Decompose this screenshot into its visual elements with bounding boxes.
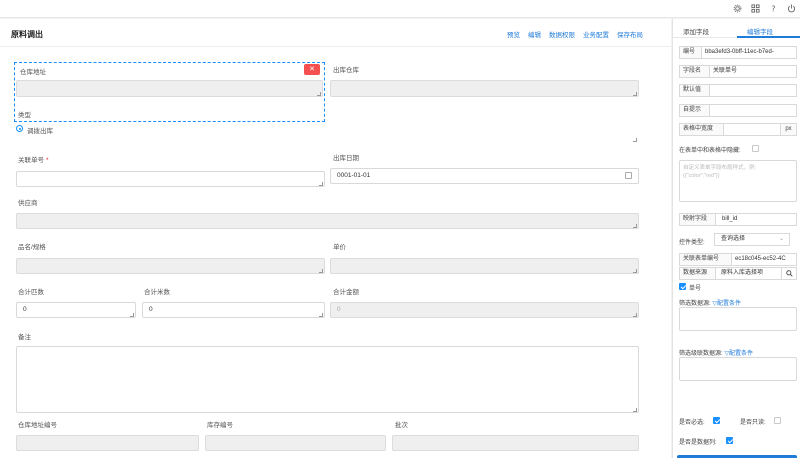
out-warehouse-input[interactable] xyxy=(330,80,639,97)
tab-add-field[interactable]: 添加字段 xyxy=(683,26,709,36)
type-label: 类型 xyxy=(18,112,31,119)
page-title: 原料调出 xyxy=(11,30,43,39)
unit-price-label: 单价 xyxy=(333,244,346,251)
delete-field-button[interactable]: ✕ xyxy=(304,64,320,75)
form-header: 原料调出 预览 编辑 数据权限 业务配置 保存布局 xyxy=(0,19,671,47)
datacol-checkbox[interactable] xyxy=(726,437,733,444)
out-date-label: 出库日期 xyxy=(333,155,359,162)
tab-edit-field[interactable]: 编辑字段 xyxy=(747,26,773,36)
required-label: 是否必选: xyxy=(679,420,705,426)
business-config-link[interactable]: 业务配置 xyxy=(583,29,609,39)
bill-no-input[interactable] xyxy=(16,171,325,187)
supplier-label: 供应商 xyxy=(18,200,38,207)
edit-link[interactable]: 编辑 xyxy=(528,29,541,39)
single-no-checkbox[interactable] xyxy=(679,283,686,290)
map-field-label: 映射字段 xyxy=(679,213,716,226)
width-unit: px xyxy=(780,123,797,136)
warehouse-addr-no-input[interactable] xyxy=(16,435,199,451)
bill-no-label: 关联单号 * xyxy=(18,157,49,164)
warehouse-addr-no-label: 仓库地址编号 xyxy=(18,422,57,429)
batch-input[interactable] xyxy=(392,435,639,451)
top-bar: ? xyxy=(0,0,800,18)
search-icon[interactable] xyxy=(781,267,797,280)
hidden-label: 在表单中和表格中隐藏: xyxy=(679,148,741,154)
datacol-label: 是否是数据列: xyxy=(679,440,717,446)
active-tab-indicator xyxy=(737,36,800,38)
width-label: 表格中宽度 xyxy=(679,123,724,136)
svg-text:?: ? xyxy=(771,4,775,13)
resize-grip[interactable] xyxy=(633,138,637,142)
warehouse-addr-label: 仓库地址 xyxy=(20,69,46,76)
width-input[interactable] xyxy=(723,123,781,136)
total-meters-label: 合计米数 xyxy=(144,289,170,296)
remark-textarea[interactable] xyxy=(16,346,639,413)
data-permission-link[interactable]: 数据权限 xyxy=(549,29,575,39)
type-radio[interactable] xyxy=(16,125,23,132)
filter-cascade-label: 筛选级联数据源: ▽配置条件 xyxy=(679,351,753,357)
help-icon[interactable]: ? xyxy=(769,4,778,13)
readonly-checkbox[interactable] xyxy=(774,417,781,424)
id-label: 编号 xyxy=(679,46,702,59)
calendar-icon[interactable] xyxy=(625,172,632,179)
readonly-label: 是否只读: xyxy=(740,420,766,426)
save-layout-link[interactable]: 保存布局 xyxy=(617,29,643,39)
warehouse-addr-input[interactable] xyxy=(16,80,323,97)
total-pieces-input[interactable]: 0 xyxy=(16,302,136,318)
data-source-input[interactable]: 原料入库选择项 xyxy=(715,267,782,280)
filter-source-textarea[interactable] xyxy=(679,307,797,331)
gear-icon[interactable] xyxy=(733,4,742,13)
rel-form-input[interactable]: ec18c045-ec52-4C xyxy=(731,253,797,266)
field-properties-panel: 添加字段 编辑字段 编号 bba3efd3-0bff-11ec-b7ed- 字段… xyxy=(672,19,800,458)
single-no-label: 单号 xyxy=(689,286,702,292)
supplier-input[interactable] xyxy=(16,213,639,229)
map-field-input[interactable]: bill_id xyxy=(715,213,797,226)
product-spec-label: 品名/规格 xyxy=(18,244,46,251)
hint-input[interactable] xyxy=(709,104,797,117)
chevron-down-icon: ⌄ xyxy=(778,236,784,242)
style-textarea[interactable]: 自定义表单字段布局样式，例: ({"color":"red"}) xyxy=(679,160,797,202)
stock-no-label: 库存编号 xyxy=(207,422,233,429)
field-name-input[interactable]: 关联单号 xyxy=(709,65,797,78)
hint-label: 自提示 xyxy=(679,104,710,117)
preview-link[interactable]: 预览 xyxy=(507,29,520,39)
form-designer: 原料调出 预览 编辑 数据权限 业务配置 保存布局 仓库地址 ✕ 出库仓库 类型… xyxy=(0,19,671,458)
rel-form-label: 关联表单编号 xyxy=(679,253,732,266)
total-amount-input[interactable]: 0 xyxy=(330,302,639,318)
required-checkbox[interactable] xyxy=(713,417,720,424)
out-warehouse-label: 出库仓库 xyxy=(333,67,359,74)
total-amount-label: 合计金额 xyxy=(333,289,359,296)
panel-tabs: 添加字段 编辑字段 xyxy=(673,19,800,38)
hidden-checkbox[interactable] xyxy=(752,145,759,152)
product-spec-input[interactable] xyxy=(16,258,325,274)
grid-icon[interactable] xyxy=(751,4,760,13)
type-option-label: 调拨出库 xyxy=(27,128,53,135)
data-source-label: 数据来源 xyxy=(679,267,716,280)
field-name-label: 字段名 xyxy=(679,65,710,78)
control-type-label: 控件类型: xyxy=(679,240,705,246)
power-icon[interactable] xyxy=(787,4,796,13)
total-meters-input[interactable]: 0 xyxy=(142,302,325,318)
remark-label: 备注 xyxy=(18,334,31,341)
id-input[interactable]: bba3efd3-0bff-11ec-b7ed- xyxy=(701,46,797,59)
header-actions: 预览 编辑 数据权限 业务配置 保存布局 xyxy=(507,29,643,39)
control-type-select[interactable]: 查询选择 ⌄ xyxy=(714,233,790,246)
filter-cascade-textarea[interactable] xyxy=(679,357,797,381)
filter-source-label: 筛选数据源: ▽配置条件 xyxy=(679,301,741,307)
default-value-label: 默认值 xyxy=(679,84,710,97)
batch-label: 批次 xyxy=(395,422,408,429)
unit-price-input[interactable] xyxy=(330,258,639,274)
default-value-input[interactable] xyxy=(709,84,797,97)
total-pieces-label: 合计匹数 xyxy=(18,289,44,296)
stock-no-input[interactable] xyxy=(205,435,386,451)
out-date-input[interactable]: 0001-01-01 xyxy=(330,168,639,184)
